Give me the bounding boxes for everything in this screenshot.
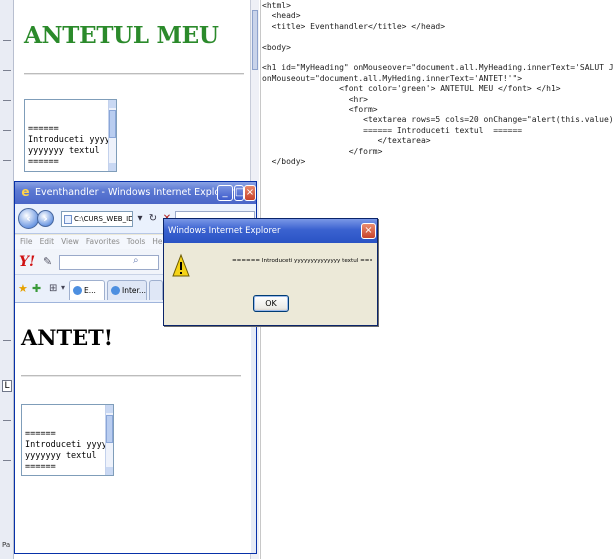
background-textarea[interactable]: ====== Introduceti yyyyyyy yyyyyyy textu… [24,99,117,172]
maximize-button[interactable]: □ [234,185,244,201]
html-source-code: <html> <head> <title> Eventhandler</titl… [262,1,613,167]
back-button[interactable]: ‹ [18,208,39,229]
warning-icon [172,253,190,277]
textarea-scrollbar[interactable] [108,100,116,171]
textarea-scrollbar[interactable] [105,405,113,475]
textarea-text: ====== Introduceti yyyyyyy yyyyyyy textu… [25,429,113,472]
page-icon [64,215,72,224]
tab-internet[interactable]: Inter... [107,280,147,300]
new-tab-button[interactable] [149,280,163,300]
menu-tools[interactable]: Tools [127,237,145,246]
screen: L Pa ANTETUL MEU ====== Introduceti yyy y… [0,0,613,559]
refresh-icon[interactable]: ↻ [147,212,159,226]
ok-button[interactable]: OK [253,295,289,312]
menu-favorites[interactable]: Favorites [86,237,120,246]
forward-button[interactable]: › [37,210,54,227]
menu-file[interactable]: File [20,237,33,246]
close-button[interactable]: × [244,185,256,201]
minimize-button[interactable]: _ [217,185,233,201]
menu-view[interactable]: View [61,237,79,246]
ie-favicon [73,286,82,295]
favorites-star-icon[interactable]: ★ [18,282,28,295]
vertical-ruler: L Pa [0,0,14,559]
ie-logo-icon: e [21,185,30,199]
search-icon[interactable]: ⌕ [133,255,139,266]
yahoo-logo-icon[interactable]: Y! [19,254,35,270]
dialog-message: ====== Introduceti yyyyyyyyyyyyyy textul… [232,258,372,264]
ie-page-content: ANTET! ====== Introduceti yyyyyyy yyyyyy… [15,303,251,553]
alert-dialog: Windows Internet Explorer × ====== Intro… [163,218,378,326]
address-bar[interactable]: C:\CURS_WEB_ID_FR [61,211,133,227]
page-heading[interactable]: ANTET! [21,325,113,350]
dialog-close-button[interactable]: × [361,223,376,239]
ruler-tab-marker[interactable]: L [2,380,12,392]
address-text: C:\CURS_WEB_ID_FR [74,215,133,223]
quick-tabs-icon[interactable]: ⊞ [49,283,57,294]
pencil-icon[interactable]: ✎ [43,255,52,268]
yahoo-search-input[interactable] [59,255,159,270]
comment-textarea[interactable]: ====== Introduceti yyyyyyy yyyyyyy textu… [21,404,114,476]
page-heading-green[interactable]: ANTETUL MEU [24,22,219,49]
tab-list-dropdown-icon[interactable]: ▾ [61,283,65,292]
status-fragment: Pa [2,541,11,549]
dialog-title[interactable]: Windows Internet Explorer [164,219,377,243]
ie-vertical-scrollbar[interactable] [251,303,256,553]
horizontal-rule [24,73,244,75]
ie-favicon [111,286,120,295]
textarea-text: ====== Introduceti yyyyyyy yyyyyyy textu… [28,124,116,167]
horizontal-rule [21,375,241,377]
menu-edit[interactable]: Edit [40,237,55,246]
address-dropdown-icon[interactable]: ▾ [134,212,146,226]
add-favorites-icon[interactable]: ✚ [32,282,41,295]
tab-eventhandler[interactable]: E... [69,280,105,300]
